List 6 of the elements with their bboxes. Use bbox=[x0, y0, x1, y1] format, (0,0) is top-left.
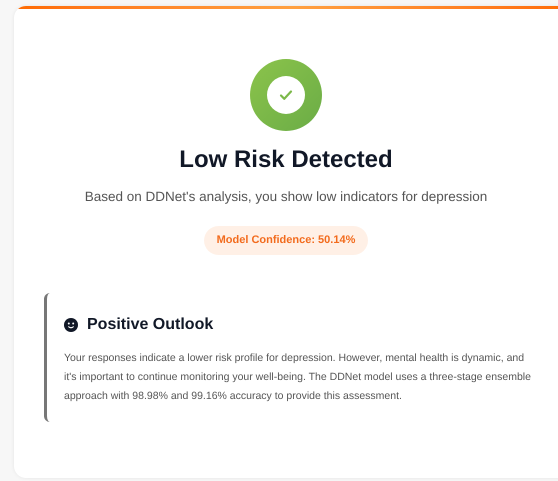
result-subtitle: Based on DDNet's analysis, you show low indicators for depression bbox=[84, 188, 488, 206]
confidence-badge: Model Confidence: 50.14% bbox=[204, 226, 368, 254]
result-title: Low Risk Detected bbox=[179, 145, 393, 175]
outlook-title: Positive Outlook bbox=[87, 314, 214, 334]
smiley-icon bbox=[64, 318, 78, 332]
outlook-text: Your responses indicate a lower risk profile for depression. However, mental health is dynamic, and it's important to continue monitoring your well-being. The DDNet model uses a three-stage ensemble approach with 98.98% and 99.16% accuracy to provide this assessment. bbox=[64, 350, 532, 404]
